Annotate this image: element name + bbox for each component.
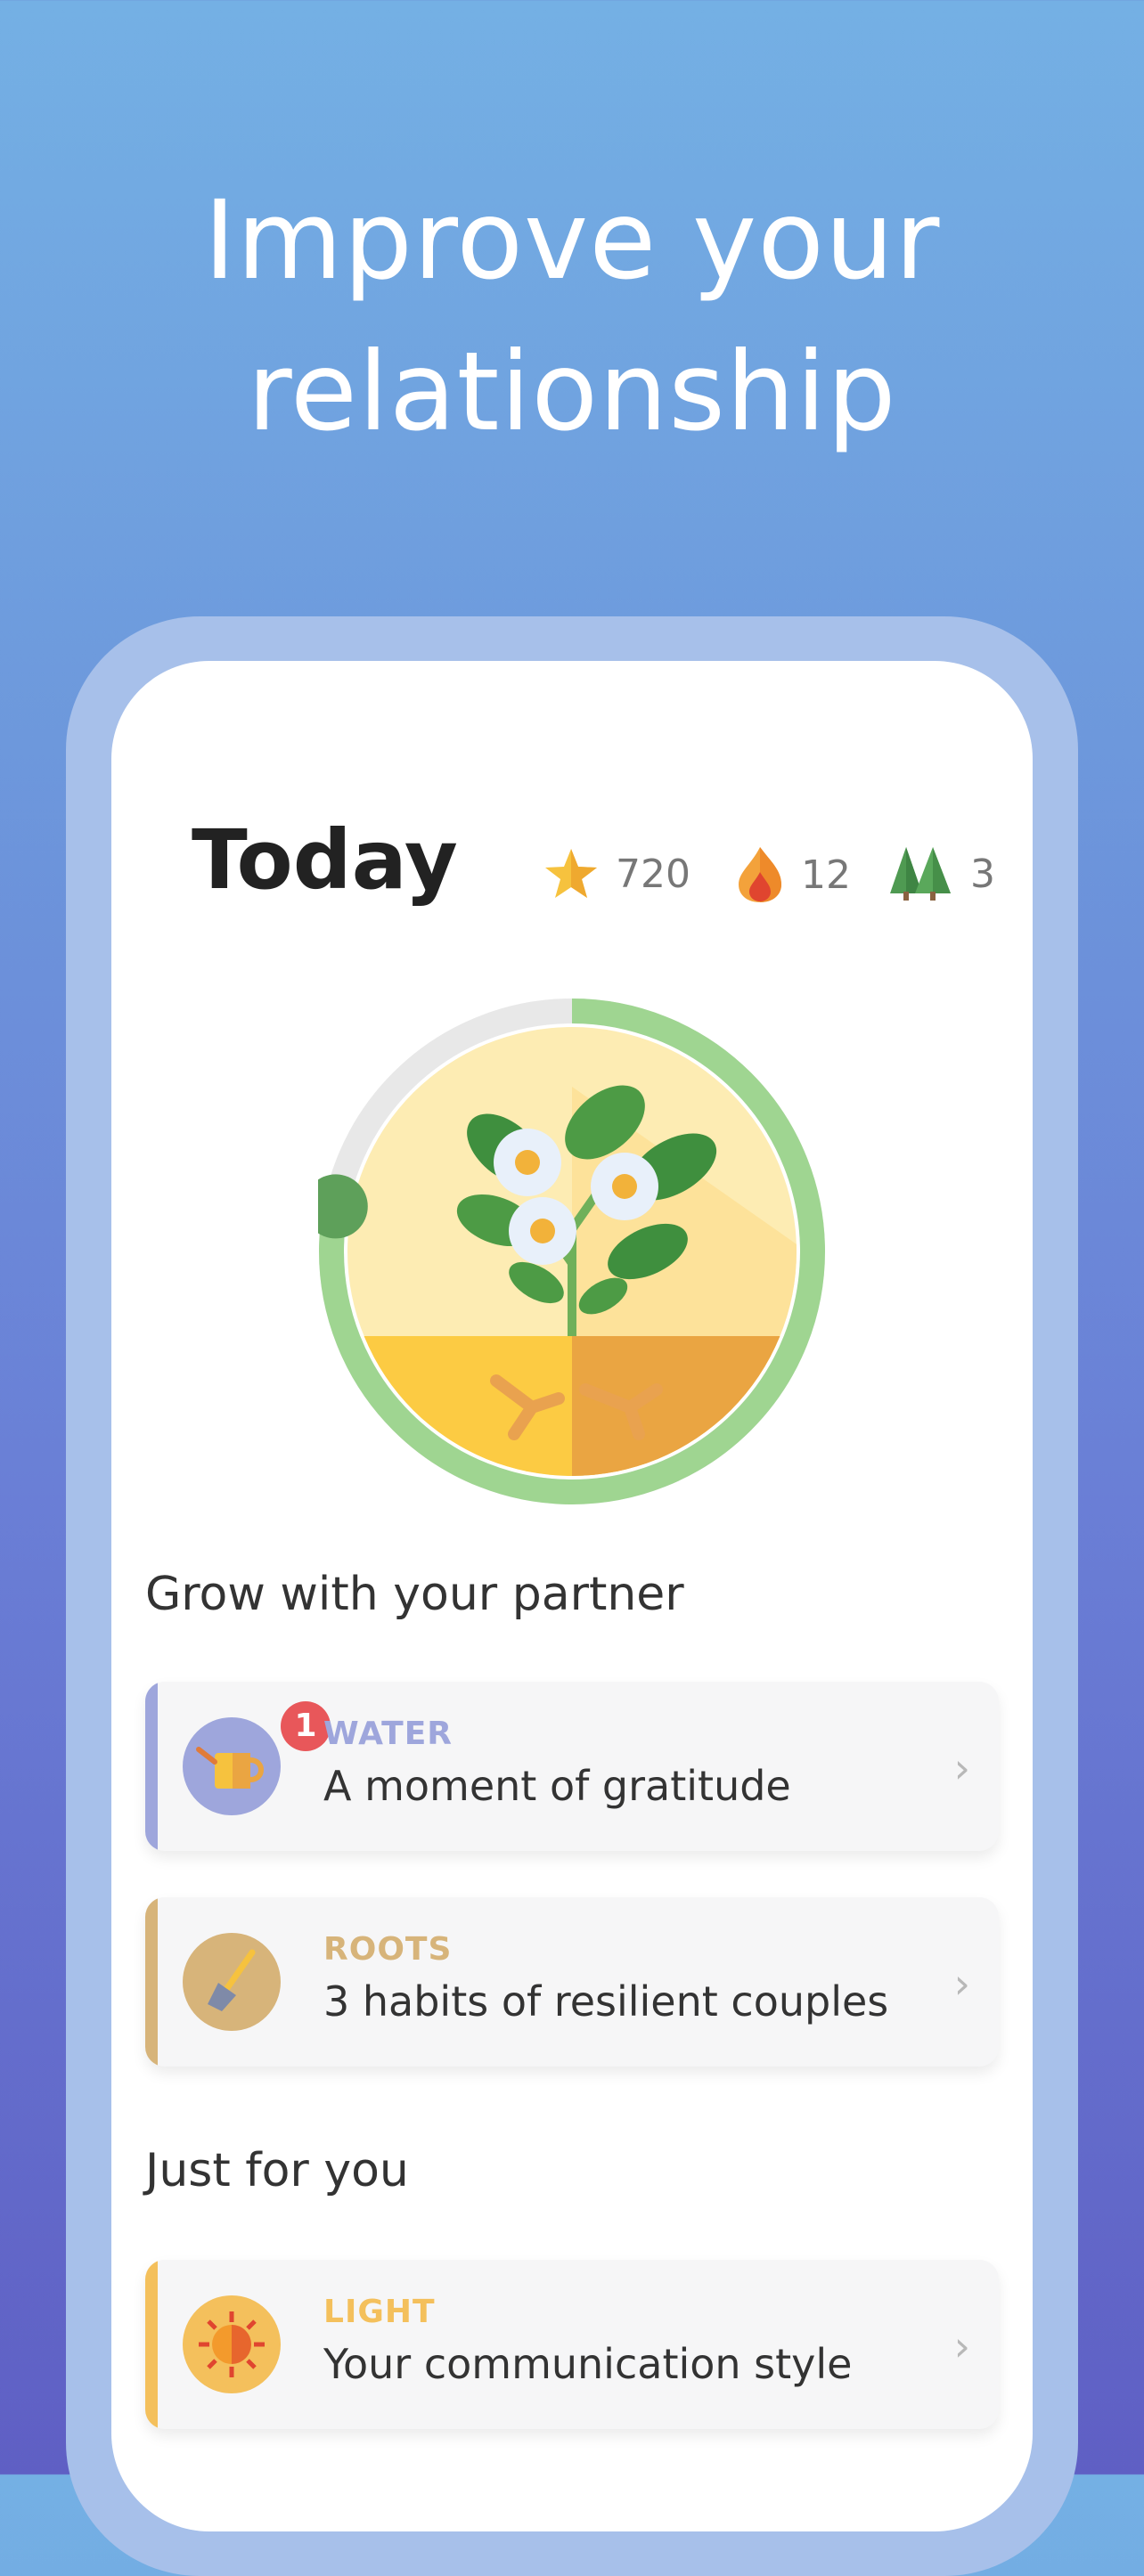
card-title: 3 habits of resilient couples xyxy=(323,1977,889,2026)
section-title-just-for-you: Just for you xyxy=(145,2144,409,2197)
card-light[interactable]: LIGHT Your communication style › xyxy=(145,2260,999,2429)
star-icon xyxy=(545,849,597,898)
points-value: 720 xyxy=(616,851,690,897)
points-stat[interactable]: 720 xyxy=(543,845,690,902)
streak-stat[interactable]: 12 xyxy=(735,845,851,904)
flower-icon xyxy=(591,1153,658,1220)
headline-line-1: Improve your xyxy=(203,177,941,304)
card-category: WATER xyxy=(323,1716,454,1752)
flower-icon xyxy=(494,1129,561,1196)
plant-progress[interactable] xyxy=(303,998,826,1505)
shovel-icon xyxy=(183,1933,281,2031)
card-roots[interactable]: ROOTS 3 habits of resilient couples › xyxy=(145,1897,999,2067)
phone-screen: Today 720 12 3 Grow with your partner 1 … xyxy=(111,661,1033,2531)
plant-illustration xyxy=(303,999,825,1504)
chevron-right-icon: › xyxy=(953,1744,970,1792)
trees-icon xyxy=(890,847,951,901)
streak-value: 12 xyxy=(801,852,851,898)
card-category: ROOTS xyxy=(323,1931,453,1968)
trees-stat[interactable]: 3 xyxy=(887,845,995,902)
section-title-grow: Grow with your partner xyxy=(145,1568,684,1621)
card-accent-bar xyxy=(145,1897,158,2067)
chevron-right-icon: › xyxy=(953,1960,970,2008)
page-title: Today xyxy=(192,812,458,908)
trees-value: 3 xyxy=(970,851,995,897)
headline-line-2: relationship xyxy=(247,329,897,455)
sun-icon xyxy=(183,2295,281,2393)
card-accent-bar xyxy=(145,2260,158,2429)
watering-can-icon xyxy=(183,1717,281,1815)
card-category: LIGHT xyxy=(323,2294,436,2330)
card-title: Your communication style xyxy=(323,2340,853,2388)
chevron-right-icon: › xyxy=(953,2322,970,2370)
headline: Improve your relationship xyxy=(0,165,1144,468)
flower-icon xyxy=(509,1197,576,1265)
flame-icon xyxy=(739,847,781,902)
card-accent-bar xyxy=(145,1682,158,1851)
card-water[interactable]: 1 WATER A moment of gratitude › xyxy=(145,1682,999,1851)
card-title: A moment of gratitude xyxy=(323,1762,791,1810)
